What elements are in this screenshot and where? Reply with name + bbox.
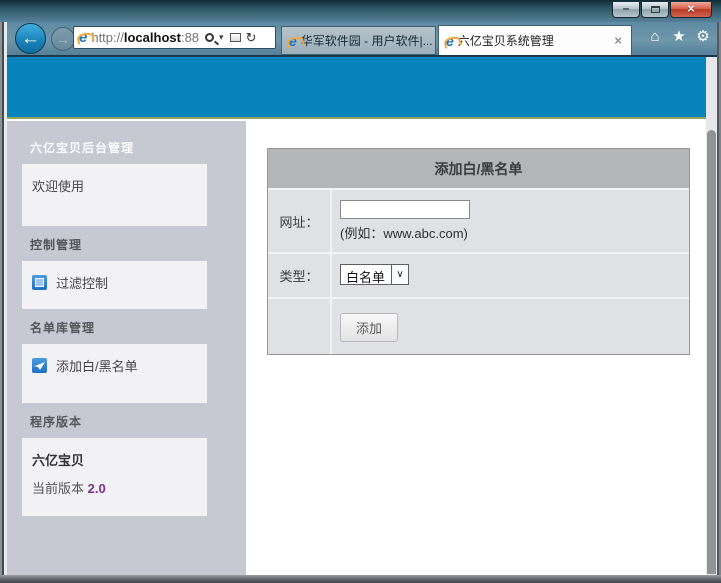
welcome-text: 欢迎使用 [32, 179, 84, 194]
window-frame-right [717, 22, 721, 575]
sidebar-section-lists: 名单库管理 [30, 319, 246, 336]
minimize-button[interactable]: – [612, 2, 640, 18]
add-button[interactable]: 添加 [340, 313, 398, 342]
tab-label: 华军软件园 - 用户软件|... [301, 32, 433, 49]
url-label: 网址： [268, 190, 332, 252]
tab-huajun[interactable]: e 华军软件园 - 用户软件|... [281, 26, 436, 55]
gear-icon[interactable]: ⚙ [695, 28, 711, 46]
add-list-icon [32, 358, 47, 373]
search-icon[interactable] [205, 33, 214, 42]
maximize-button[interactable] [641, 2, 669, 18]
tab-close-icon[interactable]: × [611, 33, 625, 48]
refresh-icon[interactable]: ↻ [246, 30, 257, 46]
compatibility-view-icon[interactable] [230, 33, 241, 42]
tab-system-admin[interactable]: e 六亿宝贝系统管理 × [438, 25, 632, 55]
url-row-body: (例如：www.abc.com) [332, 190, 689, 252]
version-panel: 六亿宝贝 当前版本 2.0 [22, 438, 207, 516]
add-list-form: 添加白/黑名单 网址： (例如：www.abc.com) 类型： 白名单 ∨ [267, 148, 690, 355]
sidebar-item-label: 添加白/黑名单 [56, 356, 138, 375]
forward-button[interactable]: → [51, 27, 75, 51]
type-label: 类型： [268, 254, 332, 297]
sidebar-item-filter-control[interactable]: 过滤控制 [32, 273, 197, 292]
form-title: 添加白/黑名单 [268, 149, 689, 190]
type-row-body: 白名单 ∨ [332, 254, 689, 297]
star-icon[interactable]: ★ [671, 28, 687, 46]
main-content: 添加白/黑名单 网址： (例如：www.abc.com) 类型： 白名单 ∨ [246, 121, 706, 575]
ie-tab-icon: e [446, 33, 454, 49]
scrollbar-thumb[interactable] [707, 130, 716, 574]
submit-row: 添加 [268, 299, 689, 354]
sidebar-item-label: 过滤控制 [56, 273, 108, 292]
welcome-panel: 欢迎使用 [22, 164, 207, 226]
url-row: 网址： (例如：www.abc.com) [268, 190, 689, 254]
product-name: 六亿宝贝 [32, 450, 197, 469]
tab-label: 六亿宝贝系统管理 [458, 32, 554, 49]
select-chevron-icon: ∨ [391, 265, 408, 284]
filter-control-icon [32, 275, 47, 290]
window-frame-left [0, 22, 7, 575]
address-protocol: http:// [91, 30, 124, 45]
type-select-value: 白名单 [341, 265, 391, 284]
lists-panel: 添加白/黑名单 [22, 344, 207, 403]
type-row: 类型： 白名单 ∨ [268, 254, 689, 299]
version-line: 当前版本 2.0 [32, 478, 197, 497]
back-button[interactable]: ← [15, 23, 46, 54]
address-host: localhost [124, 30, 181, 45]
close-button[interactable]: × [670, 2, 712, 18]
browser-window: – × ← → e http:// localhost :88 ▾ ↻ e 华军… [0, 0, 721, 583]
vertical-scrollbar[interactable] [706, 57, 717, 575]
ie-page-icon: e [79, 29, 87, 46]
control-panel: 过滤控制 [22, 261, 207, 309]
home-icon[interactable]: ⌂ [647, 28, 663, 46]
ie-tab-icon: e [289, 33, 297, 49]
version-label: 当前版本 [32, 481, 88, 496]
sidebar-title: 六亿宝贝后台管理 [30, 139, 246, 156]
address-port: :88 [181, 30, 199, 45]
submit-row-spacer [268, 299, 332, 354]
version-number: 2.0 [88, 481, 106, 496]
submit-row-body: 添加 [332, 299, 689, 354]
sidebar: 六亿宝贝后台管理 欢迎使用 控制管理 过滤控制 名单库管理 添加白/黑名单 程序… [7, 121, 246, 575]
window-controls: – × [611, 2, 712, 18]
chevron-down-icon[interactable]: ▾ [219, 32, 224, 43]
url-input[interactable] [340, 200, 470, 219]
address-bar[interactable]: e http:// localhost :88 ▾ ↻ [73, 26, 276, 49]
sidebar-section-control: 控制管理 [30, 236, 246, 253]
sidebar-section-version: 程序版本 [30, 413, 246, 430]
page-banner [7, 57, 706, 119]
maximize-icon [651, 6, 660, 13]
url-hint: (例如：www.abc.com) [340, 223, 681, 242]
window-frame-bottom [0, 575, 721, 583]
command-bar: ⌂ ★ ⚙ [647, 28, 711, 46]
sidebar-item-add-list[interactable]: 添加白/黑名单 [32, 356, 197, 375]
type-select[interactable]: 白名单 ∨ [340, 264, 409, 285]
